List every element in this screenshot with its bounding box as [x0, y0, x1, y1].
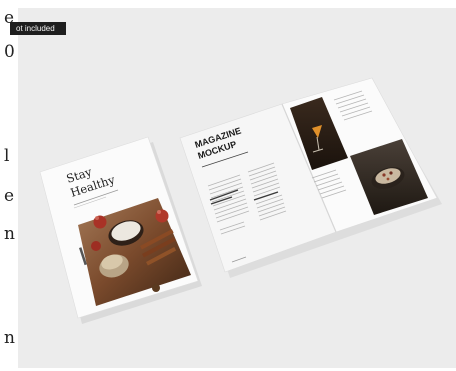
magazine-mockup-illustration: Stay Healthy MAGAZINE MOCKUP	[39, 77, 442, 324]
mockup-preview-image: e 0 l e n n ot included Stay Healthy MAG…	[0, 0, 456, 371]
